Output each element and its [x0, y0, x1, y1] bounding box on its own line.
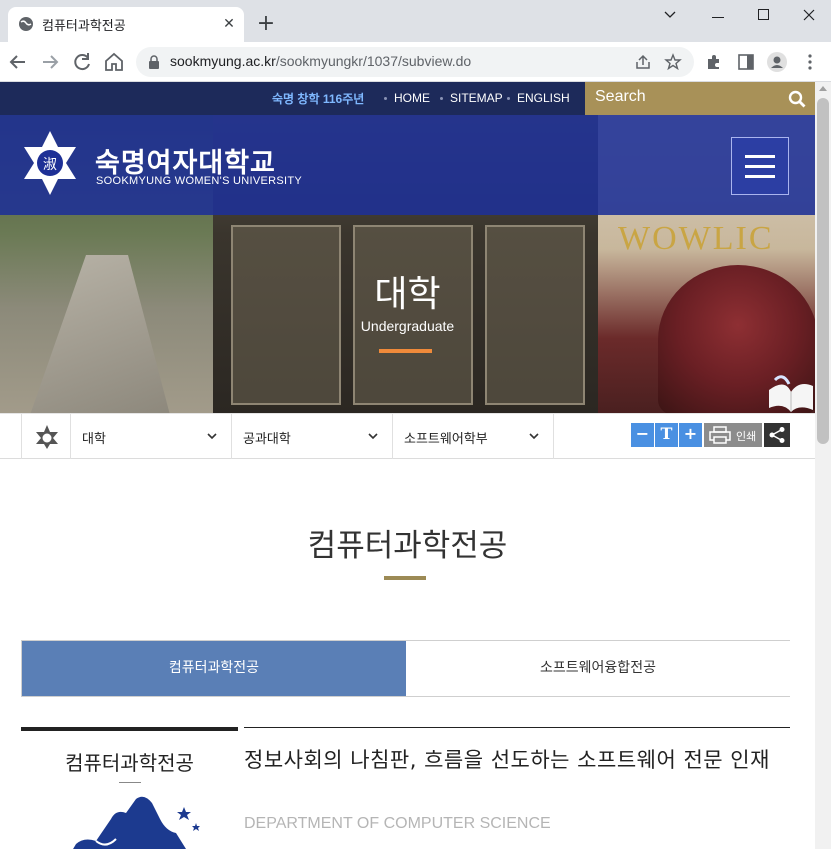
globe-icon: [19, 17, 33, 31]
home-icon[interactable]: [102, 50, 126, 74]
sign-text: WOWLIC: [618, 220, 774, 257]
search-icon[interactable]: [788, 90, 806, 108]
browser-tab[interactable]: 컴퓨터과학전공 ✕: [8, 7, 244, 42]
hero-title: 대학: [374, 274, 441, 315]
home-link[interactable]: HOME: [394, 91, 430, 105]
chevron-down-icon[interactable]: [647, 4, 693, 26]
web-page: 숙명 창학 116주년 HOME SITEMAP ENGLISH Search …: [0, 82, 815, 849]
close-window-button[interactable]: [786, 4, 831, 26]
breadcrumb-label: 소프트웨어학부: [404, 432, 488, 447]
font-increase-button[interactable]: +: [679, 423, 702, 447]
breadcrumb-home[interactable]: [21, 414, 71, 459]
print-label: 인쇄: [736, 430, 757, 443]
maximize-button[interactable]: [740, 4, 786, 26]
page-title: 컴퓨터과학전공: [307, 528, 508, 564]
lock-icon[interactable]: [148, 55, 160, 69]
font-decrease-button[interactable]: −: [631, 423, 654, 447]
close-icon[interactable]: ✕: [220, 15, 238, 33]
forward-icon[interactable]: [38, 50, 62, 74]
search-box[interactable]: Search: [585, 82, 815, 115]
tab-computer-science[interactable]: 컴퓨터과학전공: [22, 641, 406, 696]
more-menu-icon[interactable]: [800, 52, 820, 72]
seal-icon: [36, 425, 58, 449]
menu-icon: [745, 175, 775, 178]
anniversary-link[interactable]: 숙명 창학 116주년: [272, 90, 364, 107]
back-icon[interactable]: [6, 50, 30, 74]
university-seal-icon[interactable]: 淑: [20, 129, 80, 197]
breadcrumb: 대학 공과대학 소프트웨어학부 − T + 인쇄: [0, 413, 815, 459]
search-input[interactable]: Search: [595, 88, 646, 106]
english-link[interactable]: ENGLISH: [517, 91, 570, 105]
page-scrollbar[interactable]: [815, 82, 831, 849]
profile-avatar-icon[interactable]: [767, 52, 787, 72]
breadcrumb-item-college[interactable]: 대학: [71, 414, 232, 459]
hero-banner: WOWLIC 淑 숙명여자대학교 SOOKMYUNG WOMEN'S UNIVE…: [0, 115, 815, 413]
breadcrumb-label: 대학: [82, 432, 106, 447]
title-accent-bar: [384, 576, 426, 580]
url-text[interactable]: sookmyung.ac.kr/sookmyungkr/1037/subview…: [170, 53, 471, 69]
site-header: 淑 숙명여자대학교 SOOKMYUNG WOMEN'S UNIVERSITY: [0, 115, 815, 215]
major-headline: 정보사회의 나침판, 흐름을 선도하는 소프트웨어 전문 인재: [244, 748, 770, 772]
scroll-up-arrow[interactable]: [819, 86, 827, 91]
hero-accent-bar: [379, 349, 432, 353]
printer-icon: [709, 426, 731, 444]
tab-title: 컴퓨터과학전공: [42, 19, 126, 34]
card-title: 컴퓨터과학전공: [65, 751, 194, 775]
side-panel-icon[interactable]: [736, 52, 756, 72]
new-tab-button[interactable]: +: [254, 13, 278, 37]
breadcrumb-label: 공과대학: [243, 432, 291, 447]
hero-subtitle: Undergraduate: [360, 318, 455, 334]
print-button[interactable]: 인쇄: [704, 423, 762, 447]
chevron-down-icon: [368, 433, 378, 440]
reload-icon[interactable]: [70, 50, 94, 74]
extensions-icon[interactable]: [704, 52, 724, 72]
browser-tabbar: 컴퓨터과학전공 ✕ +: [0, 0, 831, 42]
separator-dot: [384, 97, 387, 100]
breadcrumb-item-engineering[interactable]: 공과대학: [232, 414, 393, 459]
separator-dot: [440, 97, 443, 100]
hamburger-menu-button[interactable]: [731, 137, 789, 195]
omnibox[interactable]: sookmyung.ac.kr/sookmyungkr/1037/subview…: [136, 47, 694, 77]
chevron-down-icon: [207, 433, 217, 440]
minimize-button[interactable]: [695, 4, 741, 26]
major-card: 컴퓨터과학전공: [21, 727, 238, 849]
star-icon[interactable]: [664, 53, 682, 71]
tab-software-convergence[interactable]: 소프트웨어융합전공: [406, 641, 790, 696]
breadcrumb-item-software[interactable]: 소프트웨어학부: [393, 414, 554, 459]
major-tabs: 컴퓨터과학전공 소프트웨어융합전공: [21, 640, 790, 697]
font-reset-button[interactable]: T: [655, 423, 678, 447]
separator-dot: [507, 97, 510, 100]
sitemap-link[interactable]: SITEMAP: [450, 91, 503, 105]
department-name-english: DEPARTMENT OF COMPUTER SCIENCE: [244, 815, 551, 832]
svg-text:淑: 淑: [43, 157, 57, 173]
book-icon: [769, 375, 813, 412]
utility-bar: 숙명 창학 116주년 HOME SITEMAP ENGLISH Search: [0, 82, 815, 115]
chevron-down-icon: [529, 433, 539, 440]
scroll-thumb[interactable]: [817, 98, 829, 444]
major-intro: 정보사회의 나침판, 흐름을 선도하는 소프트웨어 전문 인재 DEPARTME…: [244, 727, 790, 832]
address-bar: sookmyung.ac.kr/sookmyungkr/1037/subview…: [0, 42, 831, 82]
logo-english[interactable]: SOOKMYUNG WOMEN'S UNIVERSITY: [96, 175, 302, 187]
menu-icon: [745, 155, 775, 158]
mascot-illustration: [73, 796, 200, 849]
share-icon: [769, 427, 785, 443]
share-page-icon[interactable]: [634, 53, 652, 71]
share-button[interactable]: [764, 423, 790, 447]
card-divider: [119, 782, 141, 783]
menu-icon: [745, 165, 775, 168]
